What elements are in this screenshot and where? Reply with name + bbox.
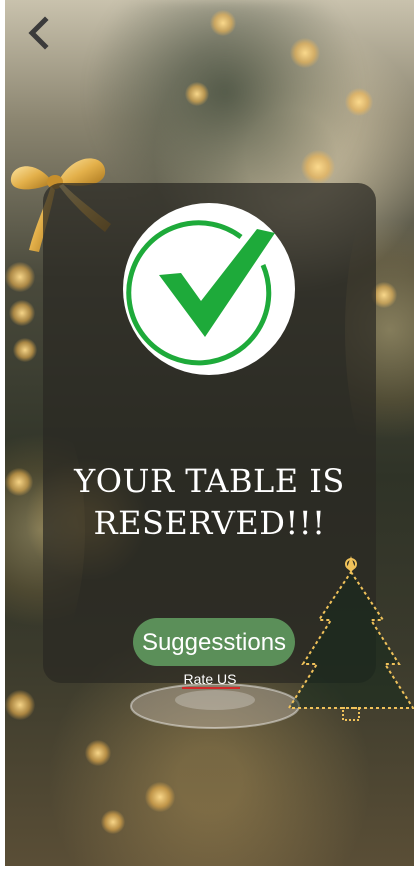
chevron-left-icon xyxy=(28,16,49,50)
suggestions-button[interactable]: Suggesstions xyxy=(133,618,295,666)
back-button[interactable] xyxy=(23,14,59,54)
bokeh-light xyxy=(85,740,111,766)
bokeh-light xyxy=(301,150,335,184)
headline-line-2: RESERVED!!! xyxy=(93,504,326,542)
bokeh-light xyxy=(345,88,373,116)
bokeh-light xyxy=(5,262,35,292)
reservation-headline: YOUR TABLE IS RESERVED!!! xyxy=(43,460,376,544)
reservation-confirmation-screen: YOUR TABLE IS RESERVED!!! Suggesstions R… xyxy=(5,0,414,866)
bokeh-light xyxy=(145,782,175,812)
bokeh-light xyxy=(9,300,35,326)
bokeh-light xyxy=(185,82,209,106)
checkmark-circle-icon xyxy=(123,203,295,375)
headline-line-1: YOUR TABLE IS xyxy=(74,462,345,500)
bokeh-light xyxy=(210,10,236,36)
sparkle-christmas-tree-icon xyxy=(287,556,414,721)
rate-us-link[interactable]: Rate US xyxy=(175,670,245,688)
bokeh-light xyxy=(290,38,320,68)
bokeh-light xyxy=(13,338,37,362)
glass-plate-icon xyxy=(130,684,300,729)
rate-us-underline xyxy=(182,687,240,689)
bokeh-light xyxy=(5,690,35,720)
checkmark-icon xyxy=(126,220,275,366)
bokeh-light xyxy=(101,810,125,834)
